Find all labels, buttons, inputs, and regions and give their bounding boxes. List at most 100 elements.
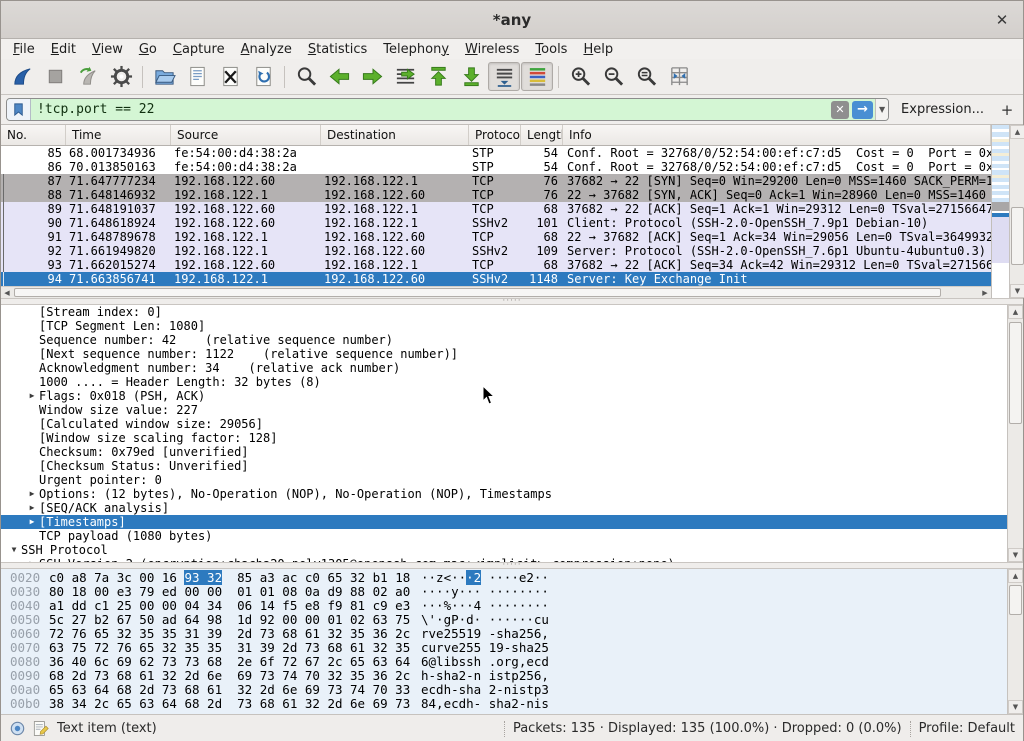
capture-options-button[interactable]: [105, 62, 137, 91]
tree-item[interactable]: Sequence number: 42 (relative sequence n…: [1, 333, 1007, 347]
hex-ascii[interactable]: 84,ecdh- sha2-nis: [421, 697, 1007, 711]
hex-row-0070[interactable]: 007063 75 72 76 65 32 35 35 31 39 2d 73 …: [1, 641, 1007, 655]
zoom-out-button[interactable]: [597, 62, 629, 91]
pane-splitter[interactable]: ·····: [1, 562, 1023, 569]
menu-telephony[interactable]: Telephony: [375, 41, 457, 58]
zoom-original-button[interactable]: [630, 62, 662, 91]
tree-item[interactable]: [TCP Segment Len: 1080]: [1, 319, 1007, 333]
scroll-up-arrow-icon[interactable]: ▲: [1008, 569, 1023, 583]
go-first-button[interactable]: [422, 62, 454, 91]
hex-bytes[interactable]: 65 63 64 68 2d 73 68 61 32 2d 6e 69 73 7…: [49, 683, 421, 697]
zoom-in-button[interactable]: [564, 62, 596, 91]
menu-tools[interactable]: Tools: [527, 41, 575, 58]
hex-row-0020[interactable]: 0020c0 a8 7a 3c 00 16 93 32 85 a3 ac c0 …: [1, 571, 1007, 585]
expander-open-icon[interactable]: ▼: [7, 543, 21, 557]
hex-row-0060[interactable]: 006072 76 65 32 35 35 31 39 2d 73 68 61 …: [1, 627, 1007, 641]
column-header-proto[interactable]: Protocol: [469, 125, 521, 145]
tree-item[interactable]: ▶Flags: 0x018 (PSH, ACK): [1, 389, 1007, 403]
stop-capture-button[interactable]: [39, 62, 71, 91]
hex-bytes[interactable]: 80 18 00 e3 79 ed 00 00 01 01 08 0a d9 8…: [49, 585, 421, 599]
scroll-down-arrow-icon[interactable]: ▼: [1010, 284, 1024, 298]
menu-file[interactable]: File: [5, 41, 43, 58]
display-filter-field[interactable]: !tcp.port == 22 ✕ → ▼: [6, 98, 889, 121]
tree-item[interactable]: 1000 .... = Header Length: 32 bytes (8): [1, 375, 1007, 389]
auto-scroll-button[interactable]: [488, 62, 520, 91]
open-file-button[interactable]: [148, 62, 180, 91]
menu-view[interactable]: View: [84, 41, 131, 58]
packet-row-91[interactable]: 9171.648789678192.168.122.1192.168.122.6…: [1, 230, 991, 244]
menu-edit[interactable]: Edit: [43, 41, 84, 58]
tree-item[interactable]: [Calculated window size: 29056]: [1, 417, 1007, 431]
hex-bytes[interactable]: 5c 27 b2 67 50 ad 64 98 1d 92 00 00 01 0…: [49, 613, 421, 627]
column-header-time[interactable]: Time: [66, 125, 171, 145]
hex-ascii[interactable]: ecdh-sha 2-nistp3: [421, 683, 1007, 697]
tree-item[interactable]: [Window size scaling factor: 128]: [1, 431, 1007, 445]
scroll-up-arrow-icon[interactable]: ▲: [1008, 305, 1023, 319]
hscroll-thumb[interactable]: [14, 288, 941, 297]
tree-item[interactable]: Urgent pointer: 0: [1, 473, 1007, 487]
packet-row-86[interactable]: 8670.013850163fe:54:00:d4:38:2aSTP54Conf…: [1, 160, 991, 174]
hex-ascii[interactable]: rve25519 -sha256,: [421, 627, 1007, 641]
packet-row-87[interactable]: 8771.647777234192.168.122.60192.168.122.…: [1, 174, 991, 188]
hscroll-left-arrow-icon[interactable]: ◀: [1, 287, 13, 298]
tree-item[interactable]: TCP payload (1080 bytes): [1, 529, 1007, 543]
tree-item[interactable]: Acknowledgment number: 34 (relative ack …: [1, 361, 1007, 375]
expander-closed-icon[interactable]: ▶: [25, 487, 39, 501]
go-forward-button[interactable]: [356, 62, 388, 91]
expander-closed-icon[interactable]: ▶: [25, 389, 39, 403]
filter-history-dropdown[interactable]: ▼: [875, 99, 888, 120]
tree-item[interactable]: [Stream index: 0]: [1, 305, 1007, 319]
hex-ascii[interactable]: ···%···4 ········: [421, 599, 1007, 613]
packet-row-85[interactable]: 8568.001734936fe:54:00:d4:38:2aSTP54Conf…: [1, 146, 991, 160]
hex-vscrollbar[interactable]: ▲ ▼: [1007, 569, 1023, 714]
hex-bytes[interactable]: 38 34 2c 65 63 64 68 2d 73 68 61 32 2d 6…: [49, 697, 421, 711]
vscroll-thumb[interactable]: [1009, 322, 1022, 424]
display-filter-input[interactable]: !tcp.port == 22: [31, 102, 831, 117]
column-header-src[interactable]: Source: [171, 125, 321, 145]
add-filter-button[interactable]: +: [996, 101, 1018, 119]
resize-columns-button[interactable]: [663, 62, 695, 91]
hex-row-00b0[interactable]: 00b038 34 2c 65 63 64 68 2d 73 68 61 32 …: [1, 697, 1007, 711]
packet-row-88[interactable]: 8871.648146932192.168.122.1192.168.122.6…: [1, 188, 991, 202]
colorize-button[interactable]: [521, 62, 553, 91]
hex-row-00a0[interactable]: 00a065 63 64 68 2d 73 68 61 32 2d 6e 69 …: [1, 683, 1007, 697]
packet-row-92[interactable]: 9271.661949820192.168.122.1192.168.122.6…: [1, 244, 991, 258]
save-file-button[interactable]: [181, 62, 213, 91]
filter-bookmark-button[interactable]: [7, 99, 31, 120]
column-header-len[interactable]: Length: [521, 125, 563, 145]
scroll-down-arrow-icon[interactable]: ▼: [1008, 548, 1023, 562]
menu-wireless[interactable]: Wireless: [457, 41, 527, 58]
close-window-icon[interactable]: ✕: [991, 9, 1013, 31]
hex-bytes[interactable]: a1 dd c1 25 00 00 04 34 06 14 f5 e8 f9 8…: [49, 599, 421, 613]
filter-apply-button[interactable]: →: [852, 101, 873, 119]
tree-item[interactable]: Window size value: 227: [1, 403, 1007, 417]
packet-list-hscrollbar[interactable]: ◀ ▶: [1, 286, 991, 298]
hex-bytes[interactable]: c0 a8 7a 3c 00 16 93 32 85 a3 ac c0 65 3…: [49, 571, 421, 585]
hex-row-0080[interactable]: 008036 40 6c 69 62 73 73 68 2e 6f 72 67 …: [1, 655, 1007, 669]
vscroll-thumb[interactable]: [1011, 207, 1024, 265]
pane-splitter[interactable]: ·····: [1, 298, 1023, 305]
hex-ascii[interactable]: \'·gP·d· ······cu: [421, 613, 1007, 627]
tree-item[interactable]: [Next sequence number: 1122 (relative se…: [1, 347, 1007, 361]
packet-row-94[interactable]: 9471.663856741192.168.122.1192.168.122.6…: [1, 272, 991, 286]
hex-bytes[interactable]: 72 76 65 32 35 35 31 39 2d 73 68 61 32 3…: [49, 627, 421, 641]
hex-row-0030[interactable]: 003080 18 00 e3 79 ed 00 00 01 01 08 0a …: [1, 585, 1007, 599]
column-header-no[interactable]: No.: [1, 125, 66, 145]
menu-help[interactable]: Help: [575, 41, 621, 58]
hex-bytes[interactable]: 63 75 72 76 65 32 35 35 31 39 2d 73 68 6…: [49, 641, 421, 655]
vscroll-thumb[interactable]: [1009, 585, 1022, 615]
expression-button[interactable]: Expression...: [895, 102, 990, 117]
start-capture-button[interactable]: [6, 62, 38, 91]
expert-info-icon[interactable]: [9, 720, 26, 737]
packet-row-93[interactable]: 9371.662015274192.168.122.60192.168.122.…: [1, 258, 991, 272]
hscroll-right-arrow-icon[interactable]: ▶: [979, 287, 991, 298]
go-last-button[interactable]: [455, 62, 487, 91]
hex-ascii[interactable]: ··z<···2 ····e2··: [421, 571, 1007, 585]
menu-go[interactable]: Go: [131, 41, 165, 58]
tree-item[interactable]: ▶Options: (12 bytes), No-Operation (NOP)…: [1, 487, 1007, 501]
hex-bytes[interactable]: 68 2d 73 68 61 32 2d 6e 69 73 74 70 32 3…: [49, 669, 421, 683]
filter-clear-button[interactable]: ✕: [831, 101, 849, 119]
hex-ascii[interactable]: 6@libssh .org,ecd: [421, 655, 1007, 669]
go-back-button[interactable]: [323, 62, 355, 91]
hex-ascii[interactable]: curve255 19-sha25: [421, 641, 1007, 655]
